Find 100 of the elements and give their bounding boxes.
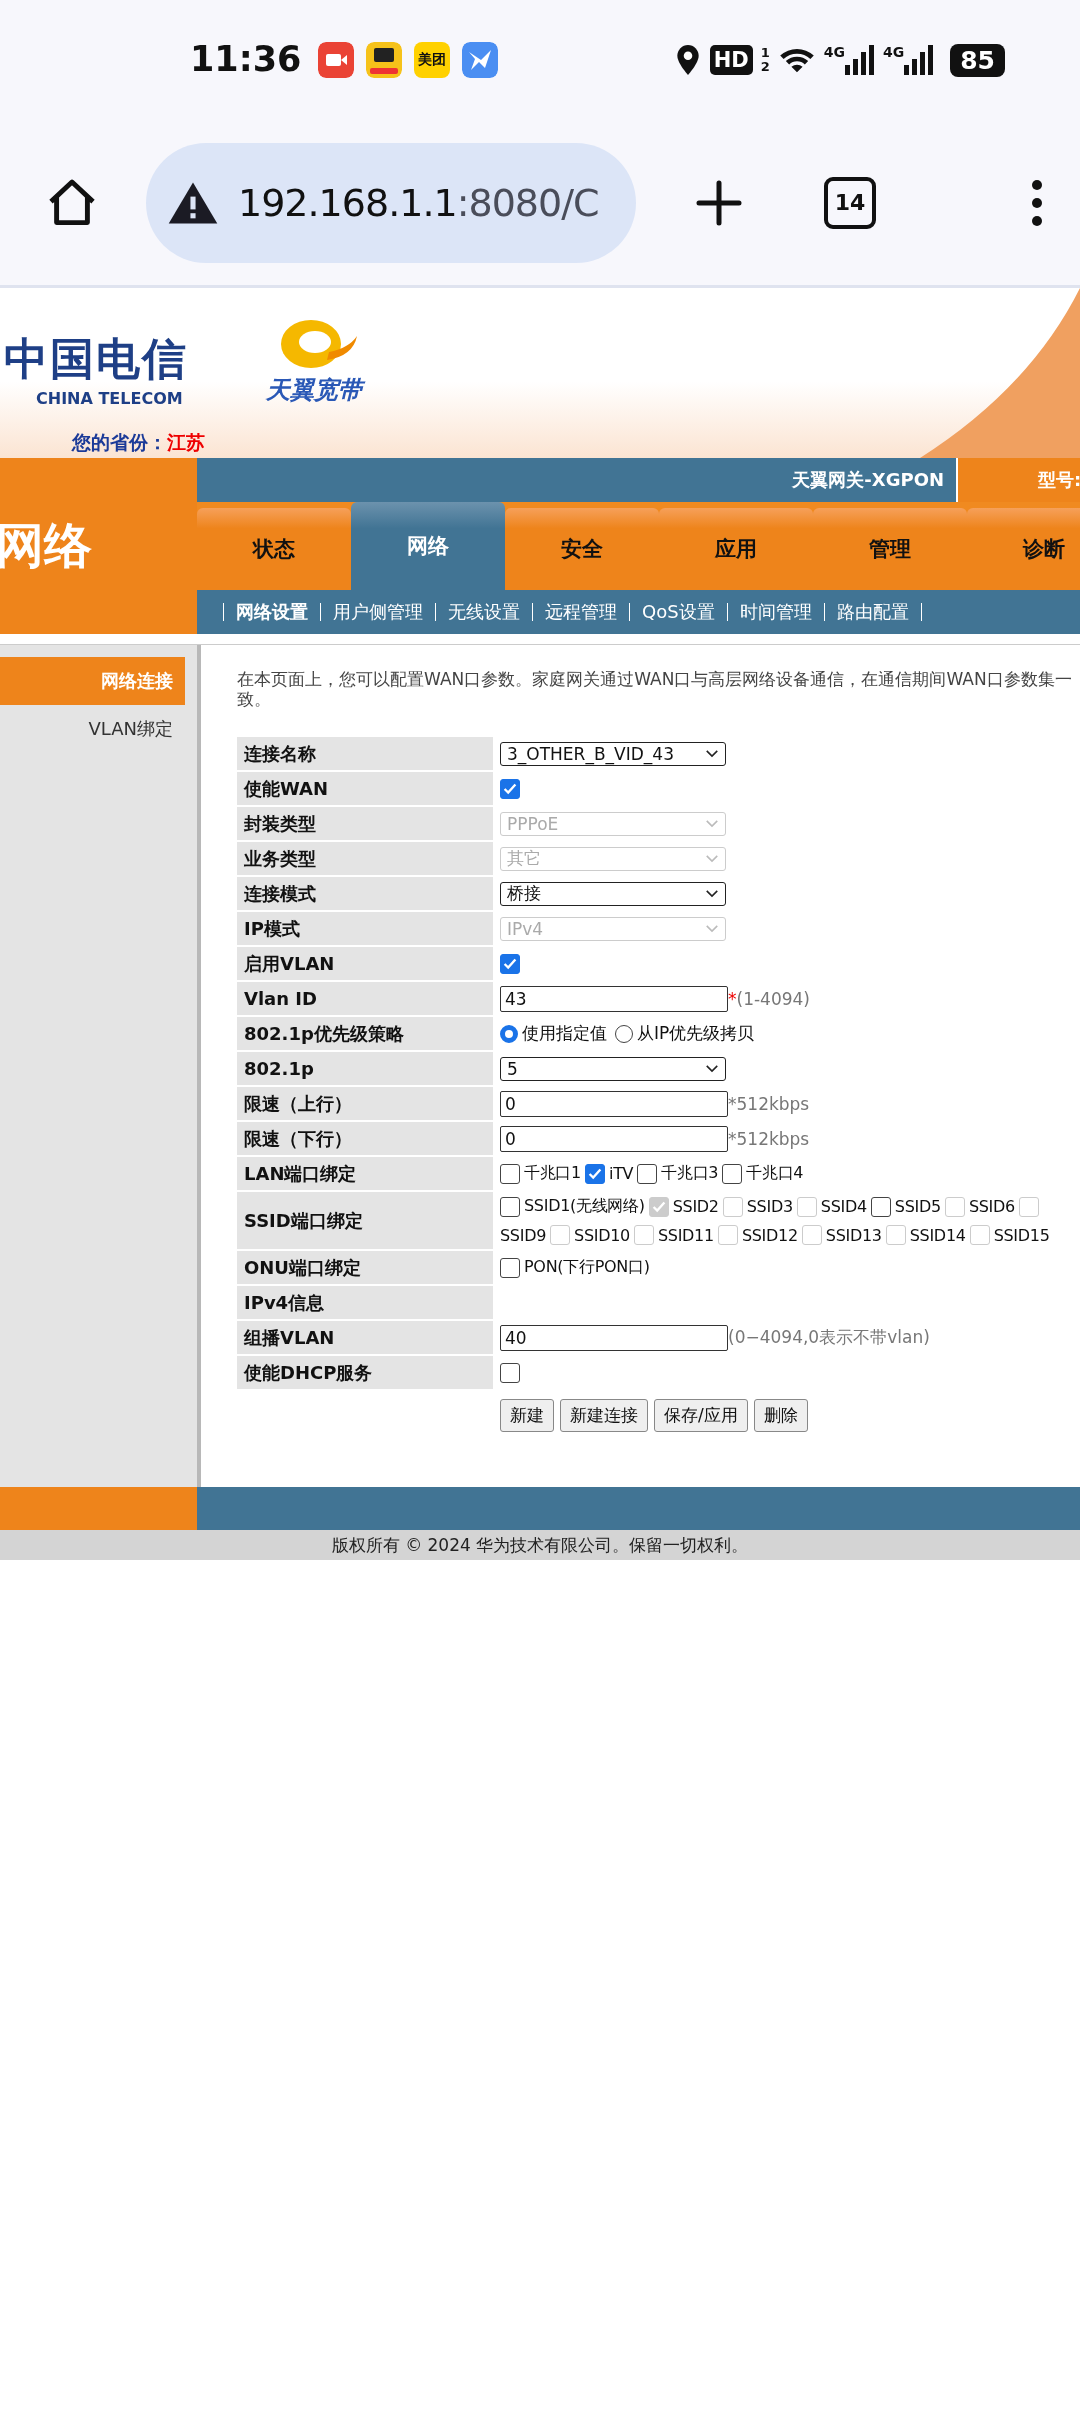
dropdown-caret-icon bbox=[705, 854, 719, 863]
model-label: 型号: bbox=[1038, 468, 1080, 492]
form-button[interactable]: 新建 bbox=[500, 1399, 554, 1432]
dropdown-caret-icon bbox=[705, 889, 719, 898]
more-menu-icon[interactable] bbox=[1030, 178, 1044, 227]
radio-button[interactable] bbox=[500, 1024, 518, 1043]
field-label: 限速（下行） bbox=[237, 1122, 493, 1155]
checkbox-label: SSID14 bbox=[909, 1225, 966, 1245]
address-field[interactable]: 192.168.1.1:8080/C bbox=[146, 142, 636, 263]
sim-slot-label: 1 2 bbox=[760, 46, 770, 74]
input-field[interactable]: 43 bbox=[500, 985, 728, 1012]
field-label: 连接名称 bbox=[237, 737, 493, 770]
radio-label: 从IP优先级拷贝 bbox=[637, 1022, 755, 1045]
field-label: 限速（上行） bbox=[237, 1087, 493, 1120]
checkbox[interactable] bbox=[637, 1163, 658, 1184]
sub-nav-link[interactable]: 路由配置 bbox=[836, 600, 909, 624]
checkbox-label: SSID15 bbox=[993, 1225, 1050, 1245]
checkbox-label: SSID9 bbox=[500, 1225, 547, 1245]
sub-nav-link[interactable]: 用户侧管理 bbox=[333, 600, 423, 624]
checkbox[interactable] bbox=[500, 1257, 520, 1278]
checkbox[interactable] bbox=[500, 1362, 520, 1383]
checkbox[interactable] bbox=[500, 1196, 520, 1217]
dropdown-caret-icon bbox=[705, 819, 719, 828]
hint-text: *512kbps bbox=[728, 1128, 810, 1149]
field-label: IP模式 bbox=[237, 912, 493, 945]
checkbox-label: SSID6 bbox=[968, 1197, 1015, 1216]
intro-text: 在本页面上，您可以配置WAN口参数。家庭网关通过WAN口与高层网络设备通信，在通信期间WAN口参数集一致。 bbox=[237, 669, 1073, 709]
checkbox-label: SSID3 bbox=[746, 1197, 793, 1216]
hint-text: *512kbps bbox=[728, 1093, 810, 1114]
sub-nav-link[interactable]: 无线设置 bbox=[448, 600, 520, 624]
network-type-label: 4G bbox=[823, 44, 845, 60]
field-label: SSID端口绑定 bbox=[237, 1192, 493, 1249]
field-label: IPv4信息 bbox=[237, 1286, 493, 1319]
checkbox-label: 千兆口1 bbox=[524, 1163, 581, 1184]
checkbox-label: SSID1(无线网络) bbox=[524, 1196, 645, 1217]
sub-nav-link[interactable]: 网络设置 bbox=[236, 600, 308, 624]
dropdown-caret-icon bbox=[705, 924, 719, 933]
checkbox[interactable] bbox=[500, 778, 520, 799]
gateway-name: 天翼网关-XGPON bbox=[792, 468, 944, 492]
network-type-label: 4G bbox=[882, 44, 905, 60]
nav-tab[interactable]: 应用 bbox=[659, 508, 813, 590]
sub-nav-link[interactable]: QoS设置 bbox=[642, 600, 715, 624]
signal-icon bbox=[844, 44, 875, 76]
checkbox-label: 千兆口3 bbox=[661, 1163, 719, 1184]
field-label: ONU端口绑定 bbox=[237, 1251, 493, 1284]
checkbox[interactable] bbox=[585, 1163, 605, 1184]
hint-text: (1-4094) bbox=[736, 988, 810, 1009]
input-field[interactable]: 0 bbox=[500, 1125, 728, 1152]
form-button[interactable]: 保存/应用 bbox=[654, 1399, 748, 1432]
checkbox-label: iTV bbox=[609, 1164, 634, 1183]
sub-nav-link[interactable]: 时间管理 bbox=[739, 600, 812, 624]
dropdown[interactable]: 5 bbox=[500, 1056, 726, 1081]
nav-tab[interactable]: 状态 bbox=[197, 508, 351, 590]
battery-level: 85 bbox=[950, 43, 1005, 77]
checkbox-label: SSID11 bbox=[657, 1225, 714, 1245]
signal-icon bbox=[904, 44, 935, 76]
dropdown[interactable]: 桥接 bbox=[500, 881, 726, 906]
input-field[interactable]: 0 bbox=[500, 1090, 728, 1117]
checkbox-label: SSID4 bbox=[820, 1197, 867, 1216]
dropdown[interactable]: 3_OTHER_B_VID_43 bbox=[500, 741, 726, 766]
form-button[interactable]: 删除 bbox=[753, 1399, 808, 1432]
province-label: 您的省份： bbox=[72, 431, 167, 453]
field-label: 封装类型 bbox=[237, 807, 493, 840]
nav-tab[interactable]: 网络 bbox=[351, 502, 505, 590]
nav-tab[interactable]: 安全 bbox=[505, 508, 659, 590]
checkbox-label: SSID5 bbox=[894, 1197, 941, 1216]
hd-voice-badge: HD bbox=[709, 45, 753, 75]
checkbox-label: SSID13 bbox=[825, 1225, 882, 1245]
brand-logo-subtitle: CHINA TELECOM bbox=[36, 389, 184, 408]
checkbox[interactable] bbox=[500, 1163, 520, 1184]
dropdown-caret-icon bbox=[705, 749, 719, 758]
tab-count-button[interactable]: 14 bbox=[824, 176, 876, 229]
field-label: 使能WAN bbox=[237, 772, 493, 805]
nav-tab[interactable]: 诊断 bbox=[967, 508, 1080, 590]
field-label: 业务类型 bbox=[237, 842, 493, 875]
copyright-text: 版权所有 © 2024 华为技术有限公司。保留一切权利。 bbox=[331, 1533, 749, 1557]
required-mark: * bbox=[728, 988, 737, 1009]
form-button[interactable]: 新建连接 bbox=[560, 1399, 648, 1432]
radio-button[interactable] bbox=[615, 1024, 633, 1043]
nav-tab[interactable]: 管理 bbox=[813, 508, 967, 590]
checkbox-label: SSID12 bbox=[741, 1225, 798, 1245]
checkbox[interactable] bbox=[722, 1163, 743, 1184]
checkbox-label: 千兆口4 bbox=[746, 1163, 804, 1184]
input-field[interactable]: 40 bbox=[500, 1324, 728, 1351]
checkbox[interactable] bbox=[870, 1196, 891, 1217]
field-label: 802.1p bbox=[237, 1052, 493, 1085]
checkbox-label: PON(下行PON口) bbox=[524, 1257, 650, 1278]
checkbox-label: SSID2 bbox=[672, 1197, 719, 1216]
app-notification-icon: 美团 bbox=[414, 42, 450, 78]
province-value: 江苏 bbox=[167, 431, 205, 453]
field-label: LAN端口绑定 bbox=[237, 1157, 493, 1190]
field-label: 连接模式 bbox=[237, 877, 493, 910]
field-label: 启用VLAN bbox=[237, 947, 493, 980]
url-text: 192.168.1.1:8080/C bbox=[238, 180, 599, 225]
sub-nav-link[interactable]: 远程管理 bbox=[545, 600, 617, 624]
radio-label: 使用指定值 bbox=[522, 1022, 607, 1045]
checkbox-label: SSID10 bbox=[574, 1225, 630, 1245]
checkbox[interactable] bbox=[500, 953, 520, 974]
field-label: 802.1p优先级策略 bbox=[237, 1017, 493, 1050]
sidebar-item[interactable]: VLAN绑定 bbox=[0, 705, 185, 753]
